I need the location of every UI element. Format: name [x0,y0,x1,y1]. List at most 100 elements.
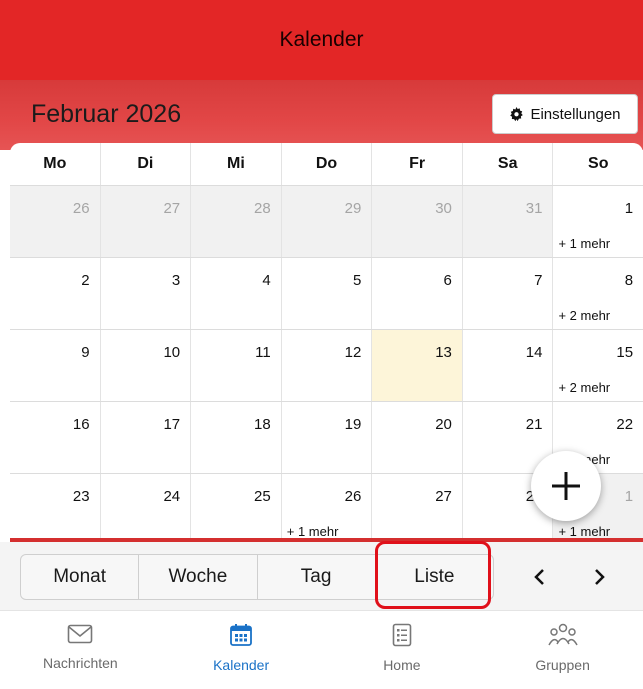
day-number: 28 [254,200,271,217]
day-cell[interactable]: 17 [101,402,192,473]
groups-icon [547,623,578,646]
day-number: 5 [352,272,362,289]
day-cell[interactable]: 27 [372,474,463,540]
view-list-button[interactable]: Liste [376,555,493,599]
week-row: 2 3 4 5 6 7 8 + 2 mehr [10,258,643,330]
day-cell[interactable]: 12 [282,330,373,401]
view-week-button[interactable]: Woche [139,555,258,599]
day-cell[interactable]: 14 [463,330,554,401]
weekday-label: Do [282,143,373,185]
home-list-icon [392,623,412,647]
weekday-label: Di [101,143,192,185]
day-number: 24 [163,488,181,505]
weekday-label: So [588,155,609,172]
day-number: 15 [616,344,634,361]
view-month-button[interactable]: Monat [21,555,140,599]
more-events-link[interactable]: + 1 mehr [558,236,610,251]
day-cell[interactable]: 18 [191,402,282,473]
day-number: 4 [262,272,271,289]
day-cell[interactable]: 26 [10,186,101,257]
day-cell[interactable]: 9 [10,330,101,401]
day-cell[interactable]: 20 [372,402,463,473]
gear-icon [510,106,524,121]
day-number: 31 [525,200,543,217]
day-cell[interactable]: 16 [10,402,101,473]
view-toolbar: Monat Woche Tag Liste [0,542,643,610]
day-number: 30 [435,200,452,217]
week-row: 9 10 11 12 13 14 15 + 2 mehr [10,330,643,402]
day-number: 17 [163,416,181,433]
app-header: Kalender [0,0,643,80]
day-cell[interactable]: 30 [372,186,463,257]
day-cell[interactable]: 10 [101,330,192,401]
more-events-link[interactable]: + 2 mehr [558,380,610,395]
add-event-button[interactable] [531,451,601,521]
day-cell[interactable]: 8 + 2 mehr [553,258,643,329]
day-cell[interactable]: 6 [372,258,463,329]
tab-label: Kalender [213,657,270,673]
day-number: 1 [624,200,634,217]
day-number: 2 [81,272,90,289]
day-number: 26 [344,488,362,505]
day-number: 3 [171,272,181,289]
day-number: 22 [616,416,634,433]
day-cell[interactable]: 3 [101,258,192,329]
more-events-link[interactable]: + 1 mehr [287,524,339,539]
plus-icon [552,472,580,500]
day-cell[interactable]: 4 [191,258,282,329]
day-cell[interactable]: 19 [282,402,373,473]
day-cell[interactable]: 27 [100,186,192,257]
day-number: 13 [435,344,452,361]
day-number: 29 [344,200,362,217]
view-day-button[interactable]: Tag [258,555,376,599]
month-title: Februar 2026 [31,100,182,128]
settings-button[interactable]: Einstellungen [492,94,638,134]
tab-messages[interactable]: Nachrichten [0,611,161,689]
view-switch: Monat Woche Tag Liste [20,554,494,600]
day-number: 25 [254,488,271,505]
day-number: 6 [443,272,452,289]
weekday-header-row: Mo Di Mi Do Fr Sa So [10,143,643,186]
day-number: 21 [525,416,543,433]
day-cell[interactable]: 26 + 1 mehr [282,474,373,540]
day-number: 7 [534,272,543,289]
day-cell[interactable]: 7 [463,258,554,329]
page-title: Kalender [279,28,364,51]
envelope-icon [68,624,93,644]
day-cell[interactable]: 2 [10,258,101,329]
weekday-label: Sa [463,143,554,185]
more-events-link[interactable]: + 2 mehr [558,308,610,323]
day-cell[interactable]: 1 + 1 mehr [553,186,643,257]
day-number: 12 [344,344,362,361]
day-number: 26 [72,200,90,217]
day-number: 16 [72,416,90,433]
next-month-button[interactable] [579,554,619,600]
day-cell[interactable]: 31 [462,186,554,257]
week-row: 26 27 28 29 30 31 1 + 1 mehr [10,186,643,258]
today-cell[interactable]: 13 [372,330,463,401]
day-number: 14 [525,344,543,361]
weekday-label: Mi [191,143,282,185]
day-number: 19 [344,416,362,433]
day-number: 1 [624,488,634,505]
day-cell[interactable]: 28 [191,186,282,257]
more-events-link[interactable]: + 1 mehr [558,524,610,539]
day-cell[interactable]: 5 [282,258,373,329]
day-cell[interactable]: 29 [281,186,373,257]
day-cell[interactable]: 25 [191,474,282,540]
tab-groups[interactable]: Gruppen [482,611,643,689]
day-cell[interactable]: 23 [10,474,101,540]
tab-calendar[interactable]: Kalender [161,611,322,689]
day-cell[interactable]: 24 [101,474,192,540]
day-cell[interactable]: 15 + 2 mehr [553,330,643,401]
day-number: 8 [624,272,634,289]
bottom-tab-bar: Nachrichten Kalender Home Gruppen [0,610,643,689]
previous-month-button[interactable] [520,554,560,600]
day-number: 20 [435,416,452,433]
settings-label: Einstellungen [530,105,621,123]
tab-home[interactable]: Home [322,611,483,689]
tab-label: Home [383,657,421,673]
weekday-label: Mo [10,143,101,185]
day-cell[interactable]: 11 [191,330,282,401]
calendar-icon [230,624,253,646]
